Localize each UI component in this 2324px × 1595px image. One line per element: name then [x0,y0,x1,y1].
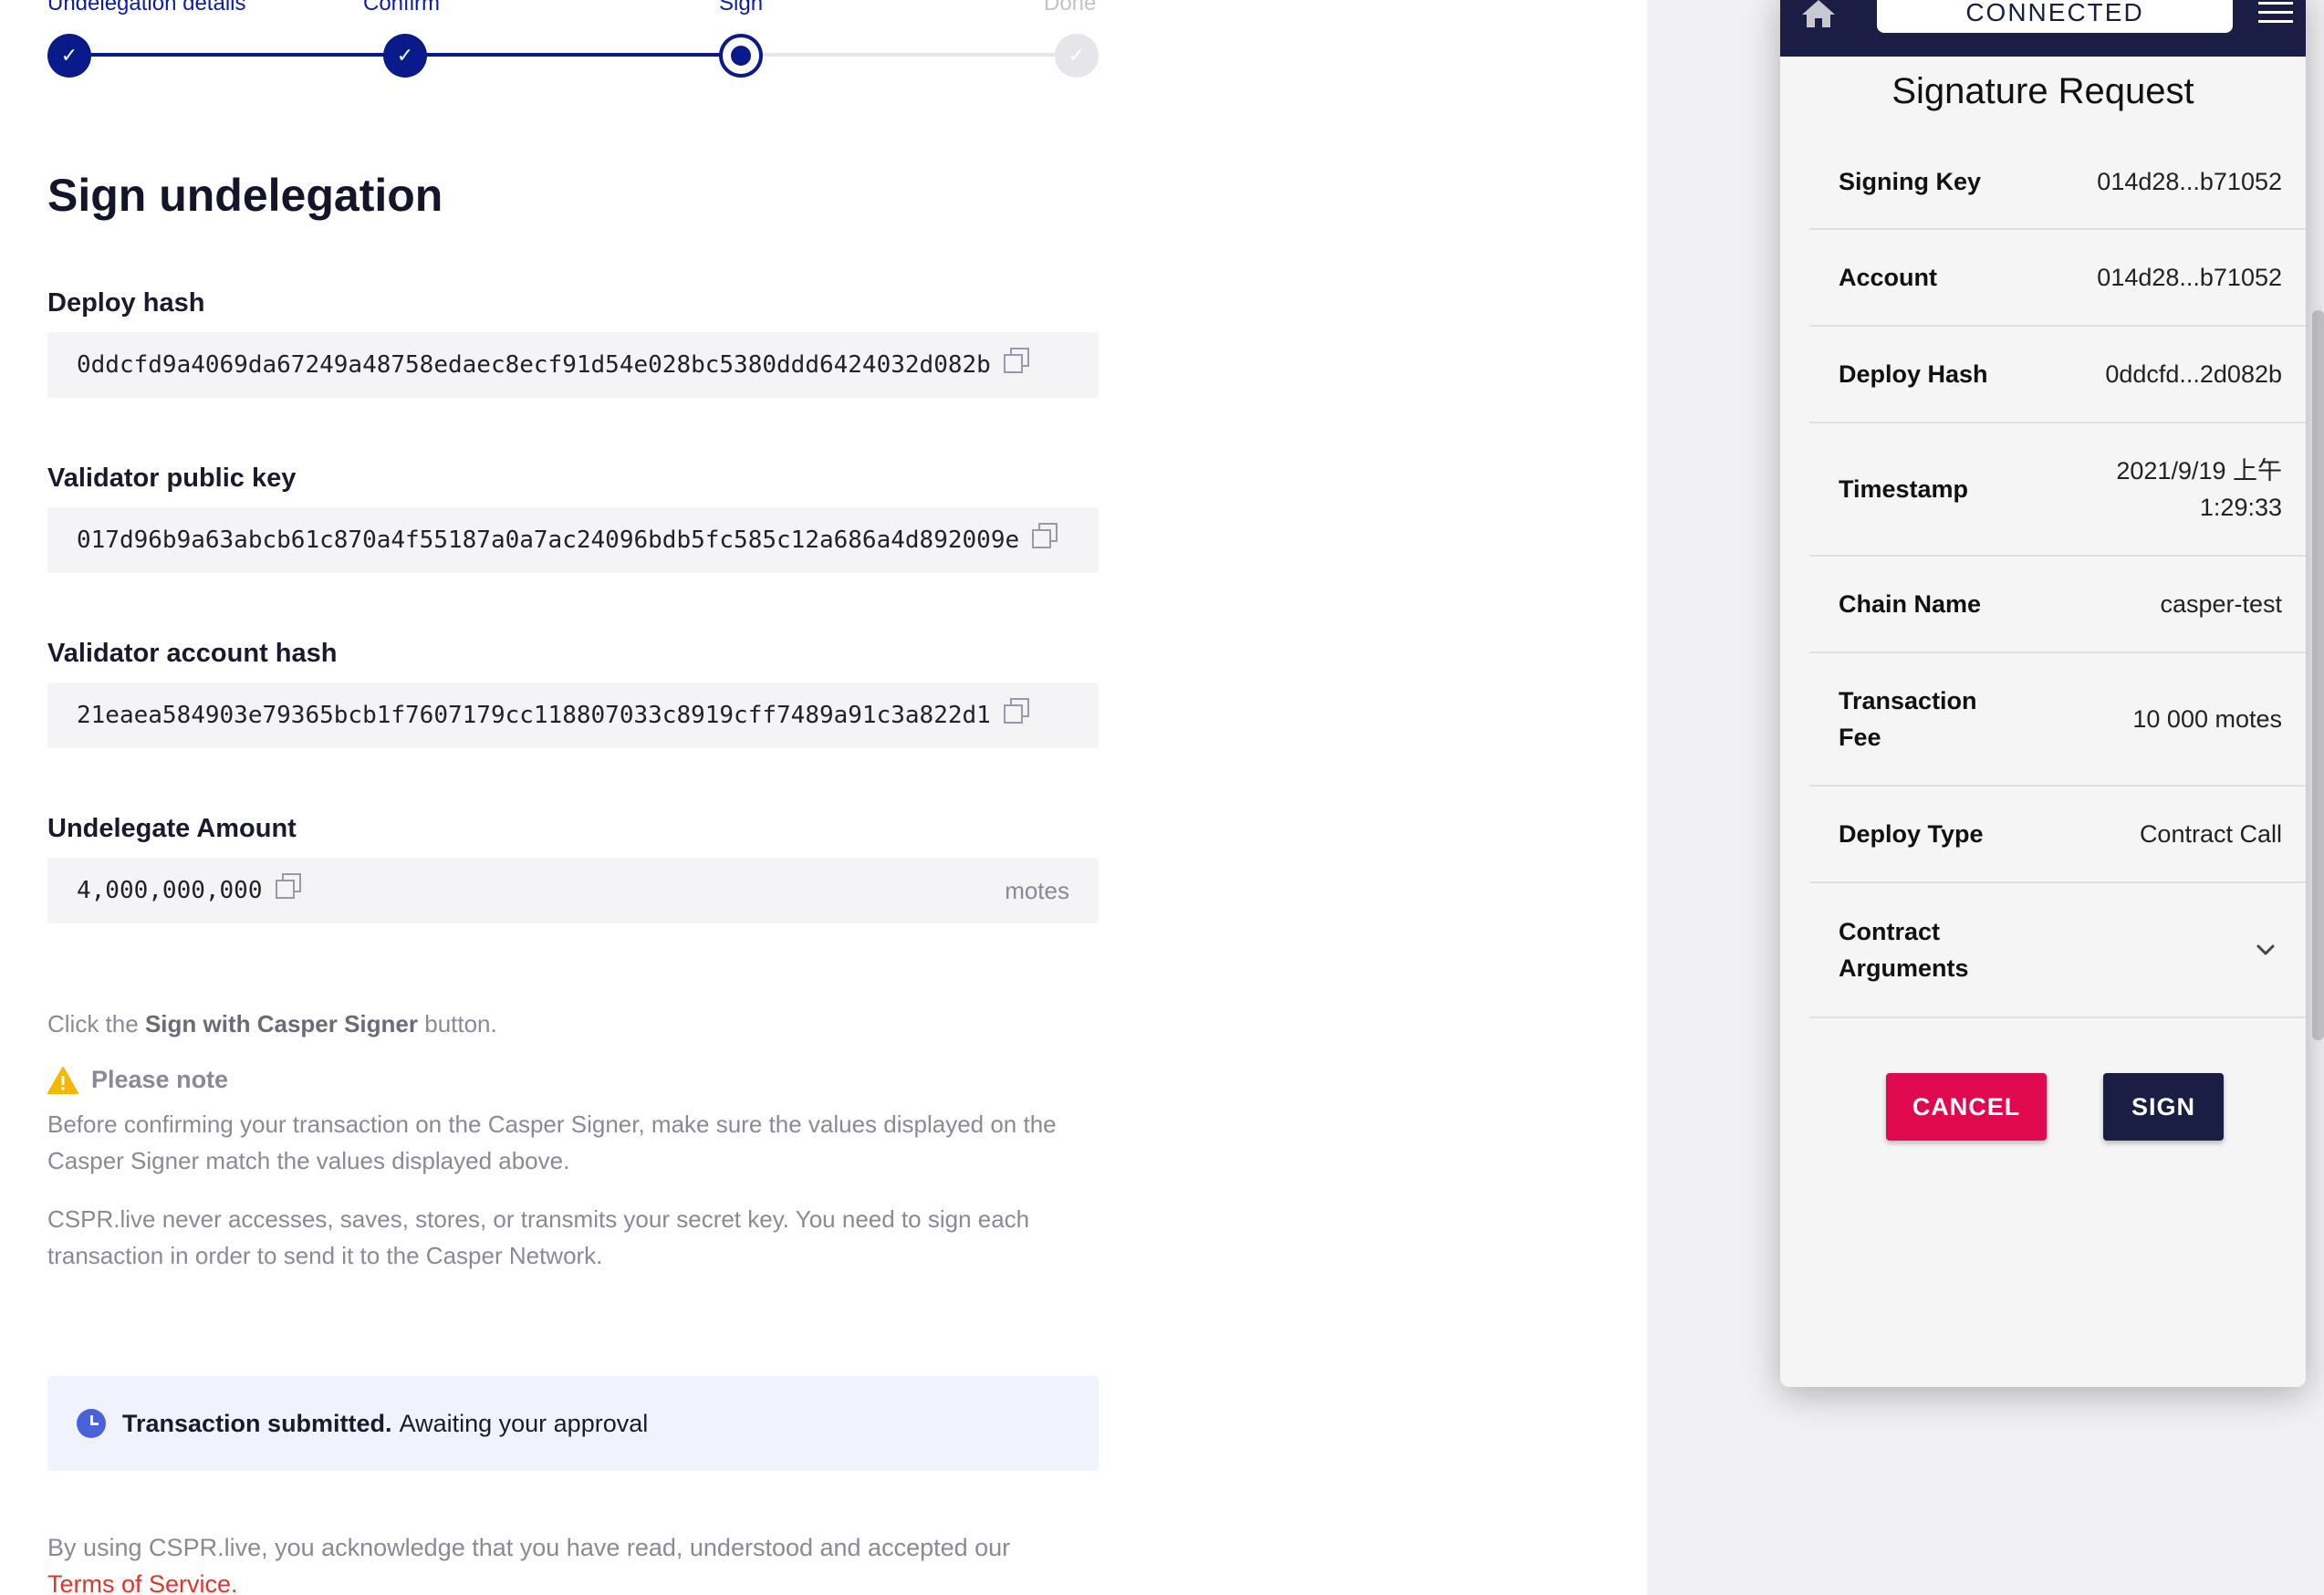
timestamp-time: 1:29:33 [2199,494,2282,521]
connection-status: CONNECTED [1877,0,2233,33]
warning-icon [47,1066,78,1094]
account-value: 014d28...b71052 [2097,264,2282,291]
validator-public-key-field: 017d96b9a63abcb61c870a4f55187a0a7ac24096… [47,507,1099,573]
status-bold-text: Transaction submitted. [122,1409,392,1437]
transaction-fee-label-line2: Fee [1839,724,1881,751]
clock-icon [77,1409,106,1438]
terms-of-service-link[interactable]: Terms of Service. [47,1570,238,1595]
status-text: Awaiting your approval [399,1409,649,1437]
deploy-hash-label: Deploy hash [47,288,205,318]
casper-signer-popup: CONNECTED Signature Request Signing Key … [1780,0,2306,1387]
validator-account-hash-field: 21eaea584903e79365bcb1f7607179cc11880703… [47,683,1099,748]
instruction-suffix: button. [424,1010,497,1037]
contract-arguments-label-line1: Contract [1839,918,1941,945]
transaction-fee-label-line1: Transaction [1839,687,1977,714]
deploy-hash-value: 0ddcfd9a4069da67249a48758edaec8ecf91d54e… [77,351,991,379]
chevron-down-icon[interactable] [2253,937,2278,963]
undelegate-amount-field: 4,000,000,000 motes [47,858,1099,923]
signing-key-label: Signing Key [1839,168,1982,195]
menu-icon[interactable] [2258,2,2293,23]
sign-instruction: Click the Sign with Casper Signer button… [47,1006,1106,1042]
undelegate-amount-label: Undelegate Amount [47,814,297,843]
deploy-type-value: Contract Call [2139,820,2282,848]
timestamp-date: 2021/9/19 上午 [2116,457,2282,485]
copy-icon[interactable] [1003,698,1029,724]
row-transaction-fee: Transaction Fee 10 000 motes [1809,653,2306,787]
step-label-done: Done [1044,0,1097,16]
timestamp-label: Timestamp [1839,475,1969,503]
row-timestamp: Timestamp 2021/9/19 上午 1:29:33 [1809,423,2306,557]
step-1-complete[interactable]: ✓ [47,34,91,78]
contract-arguments-label: Contract Arguments [1839,913,1969,986]
cancel-button[interactable]: CANCEL [1886,1073,2047,1141]
page-title: Sign undelegation [47,170,443,221]
amount-unit: motes [1005,876,1069,904]
terms-footer: By using CSPR.live, you acknowledge that… [47,1529,1106,1595]
note-paragraph-1: Before confirming your transaction on th… [47,1110,1057,1174]
row-chain-name: Chain Name casper-test [1809,557,2306,653]
deploy-hash-label: Deploy Hash [1839,360,1988,388]
note-title: Please note [91,1066,229,1093]
check-icon: ✓ [1068,44,1086,68]
chain-name-value: casper-test [2160,590,2282,618]
undelegate-amount-value: 4,000,000,000 [77,877,263,904]
timestamp-value: 2021/9/19 上午 1:29:33 [2116,453,2282,526]
step-label-undelegation-details: Undelegation details [47,0,246,16]
account-label: Account [1839,264,1937,291]
note-heading: Please note [47,1066,228,1094]
signer-header: CONNECTED [1780,0,2306,57]
deploy-hash-field: 0ddcfd9a4069da67249a48758edaec8ecf91d54e… [47,332,1099,398]
step-2-complete[interactable]: ✓ [383,34,427,78]
validator-public-key-value: 017d96b9a63abcb61c870a4f55187a0a7ac24096… [77,526,1020,554]
stepper-line-2 [405,53,741,57]
row-contract-arguments[interactable]: Contract Arguments [1809,883,2306,1018]
step-label-confirm: Confirm [363,0,441,16]
footer-text: By using CSPR.live, you acknowledge that… [47,1534,1011,1561]
progress-stepper: Undelegation details Confirm Sign Done ✓… [47,0,1099,82]
validator-account-hash-value: 21eaea584903e79365bcb1f7607179cc11880703… [77,702,991,729]
home-icon[interactable] [1800,0,1837,29]
signing-key-value: 014d28...b71052 [2097,168,2282,195]
row-signing-key: Signing Key 014d28...b71052 [1809,135,2306,230]
instruction-button-name: Sign with Casper Signer [144,1010,418,1037]
instruction-prefix: Click the [47,1010,139,1037]
sign-button[interactable]: SIGN [2103,1073,2224,1141]
note-paragraph-2: CSPR.live never accesses, saves, stores,… [47,1205,1030,1269]
scrollbar[interactable] [2312,310,2324,1040]
step-label-sign: Sign [719,0,764,16]
copy-icon[interactable] [1003,348,1029,373]
step-4-pending: ✓ [1055,34,1099,78]
copy-icon[interactable] [1032,523,1058,548]
validator-account-hash-label: Validator account hash [47,639,338,668]
main-panel: Undelegation details Confirm Sign Done ✓… [0,0,1647,1595]
row-deploy-hash: Deploy Hash 0ddcfd...2d082b [1809,327,2306,423]
transaction-fee-value: 10 000 motes [2132,705,2282,733]
signature-request-title: Signature Request [1892,71,2194,111]
deploy-type-label: Deploy Type [1839,820,1984,848]
chain-name-label: Chain Name [1839,590,1982,618]
check-icon: ✓ [396,44,414,68]
row-account: Account 014d28...b71052 [1809,230,2306,327]
copy-icon[interactable] [275,873,301,899]
row-deploy-type: Deploy Type Contract Call [1809,787,2306,883]
check-icon: ✓ [60,44,78,68]
contract-arguments-label-line2: Arguments [1839,954,1969,982]
transaction-fee-label: Transaction Fee [1839,683,1977,756]
deploy-hash-short-value: 0ddcfd...2d082b [2105,360,2282,388]
transaction-status-banner: Transaction submitted. Awaiting your app… [47,1376,1099,1471]
step-3-current [719,34,763,78]
stepper-line-1 [69,53,405,57]
validator-public-key-label: Validator public key [47,464,297,493]
stepper-line-3 [741,53,1077,57]
